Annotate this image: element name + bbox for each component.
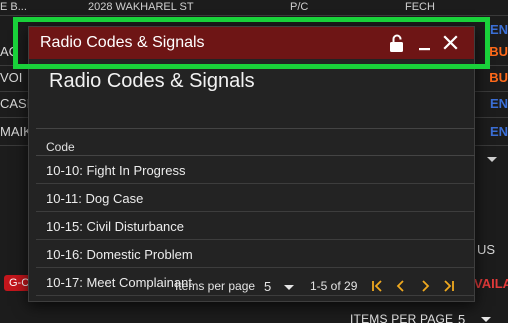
code-label: 10-11: Dog Case: [46, 191, 144, 206]
table-row[interactable]: 10-16: Domestic Problem: [36, 240, 475, 268]
background-row-status: BU: [489, 70, 508, 85]
background-row-label: VOI: [0, 70, 23, 85]
background-status: EN: [489, 22, 508, 37]
chevron-down-icon[interactable]: [487, 157, 497, 162]
dialog-body: Radio Codes & Signals Code 10-10: Fight …: [29, 59, 475, 301]
background-us-text: US: [477, 242, 496, 257]
first-page-icon[interactable]: [369, 278, 385, 294]
background-row-label: AC: [0, 44, 19, 59]
radio-codes-dialog: Radio Codes & Signals Radio Codes & Sign…: [28, 26, 475, 302]
minimize-icon[interactable]: [415, 33, 435, 53]
table-row[interactable]: 10-15: Civil Disturbance: [36, 212, 475, 240]
chevron-down-icon: [284, 285, 294, 290]
code-label: 10-15: Civil Disturbance: [46, 219, 185, 234]
table-row[interactable]: 10-10: Fight In Progress: [36, 156, 475, 184]
items-per-page-value: 5: [264, 279, 272, 294]
background-fragment: E B...: [0, 1, 27, 13]
next-page-icon[interactable]: [417, 278, 433, 294]
dialog-heading: Radio Codes & Signals: [49, 70, 255, 92]
code-label: 10-16: Domestic Problem: [46, 247, 193, 262]
items-per-page-select[interactable]: 5: [262, 276, 298, 296]
close-icon[interactable]: [441, 33, 461, 53]
paginator: Items per page 5 1-5 of 29: [29, 272, 474, 300]
previous-page-icon[interactable]: [393, 278, 409, 294]
background-fragment: 2028 WAKHAREL ST: [88, 1, 194, 13]
background-row-status: EN: [489, 96, 508, 111]
background-top-row: E B... 2028 WAKHAREL ST P/C FECH: [0, 0, 508, 16]
chevron-down-icon[interactable]: [481, 317, 491, 322]
availability-text: VAILA: [474, 276, 508, 291]
background-items-per-page-value[interactable]: 5: [458, 312, 465, 323]
dialog-header[interactable]: Radio Codes & Signals: [29, 27, 474, 59]
background-items-per-page-label: ITEMS PER PAGE: [350, 312, 454, 323]
items-per-page-label: Items per page: [175, 279, 256, 293]
column-header-code[interactable]: Code: [46, 140, 75, 154]
dialog-title: Radio Codes & Signals: [40, 34, 205, 51]
background-row-status: EN: [489, 124, 508, 139]
lock-open-icon[interactable]: [387, 33, 407, 53]
app-background: E B... 2028 WAKHAREL ST P/C FECH AC BU V…: [0, 0, 508, 323]
background-fragment: P/C: [290, 1, 309, 13]
code-label: 10-10: Fight In Progress: [46, 163, 186, 178]
background-fragment: FECH: [405, 1, 435, 13]
table-divider: [36, 128, 475, 129]
table-row[interactable]: 10-11: Dog Case: [36, 184, 475, 212]
last-page-icon[interactable]: [441, 278, 457, 294]
background-row-status: BU: [489, 44, 508, 59]
page-range-label: 1-5 of 29: [310, 279, 358, 293]
